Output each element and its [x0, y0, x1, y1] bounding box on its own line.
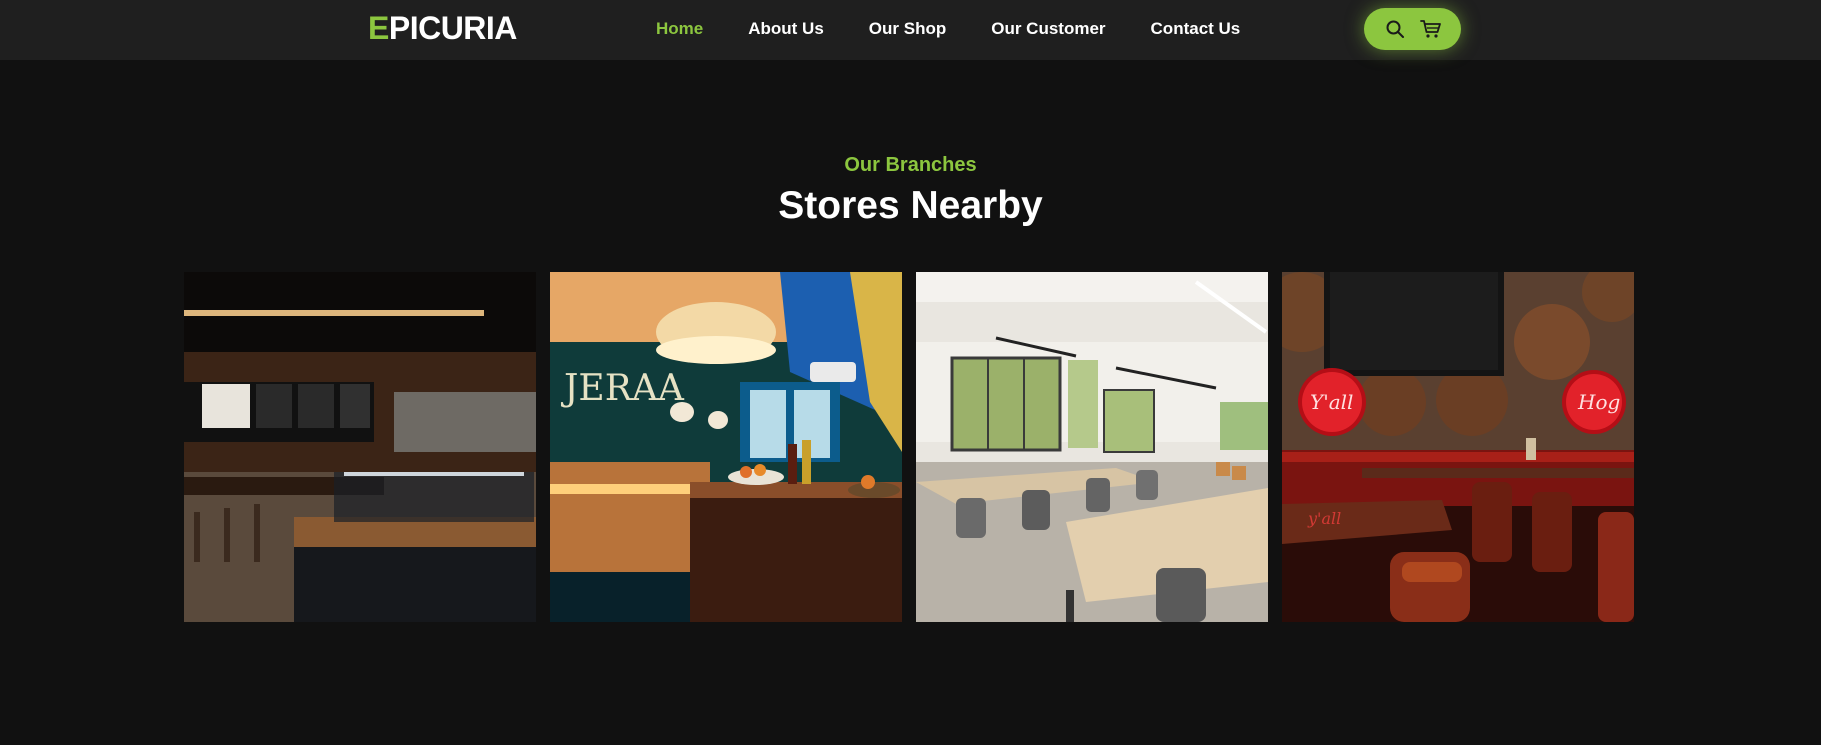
- brand-logo[interactable]: EPICURIA: [368, 10, 517, 46]
- search-icon[interactable]: [1384, 18, 1406, 40]
- svg-text:Y'all: Y'all: [1310, 390, 1353, 414]
- nav-item-about-us[interactable]: About Us: [748, 19, 824, 39]
- svg-text:JERAA: JERAA: [560, 368, 685, 409]
- store-card-4[interactable]: Y'all Hog y'all: [1282, 272, 1634, 622]
- nav-item-our-customer[interactable]: Our Customer: [991, 19, 1105, 39]
- store-image-teal-bar: JERAA: [550, 272, 902, 622]
- store-image-cafe-counter: [184, 272, 536, 622]
- top-navbar: EPICURIA Home About Us Our Shop Our Cust…: [0, 0, 1821, 60]
- stores-gallery: JERAA Y'all Hog y'all: [184, 272, 1634, 622]
- svg-text:y'all: y'all: [1307, 509, 1341, 528]
- brand-logo-text: PICURIA: [388, 10, 518, 46]
- nav-item-our-shop[interactable]: Our Shop: [869, 19, 946, 39]
- store-card-2[interactable]: JERAA: [550, 272, 902, 622]
- nav-item-contact-us[interactable]: Contact Us: [1151, 19, 1241, 39]
- section-subtitle: Our Branches: [844, 154, 977, 176]
- section-title: Stores Nearby: [778, 184, 1043, 227]
- nav-item-home[interactable]: Home: [656, 19, 703, 39]
- nav-actions-pill: [1364, 8, 1461, 50]
- brand-logo-accent: E: [368, 10, 389, 46]
- svg-text:Hog: Hog: [1577, 390, 1620, 414]
- store-card-3[interactable]: [916, 272, 1268, 622]
- store-image-red-neon-lounge: Y'all Hog y'all: [1282, 272, 1634, 622]
- main-nav: Home About Us Our Shop Our Customer Cont…: [656, 19, 1285, 39]
- store-card-1[interactable]: [184, 272, 536, 622]
- store-image-bright-cafeteria: [916, 272, 1268, 622]
- cart-icon[interactable]: [1419, 18, 1442, 40]
